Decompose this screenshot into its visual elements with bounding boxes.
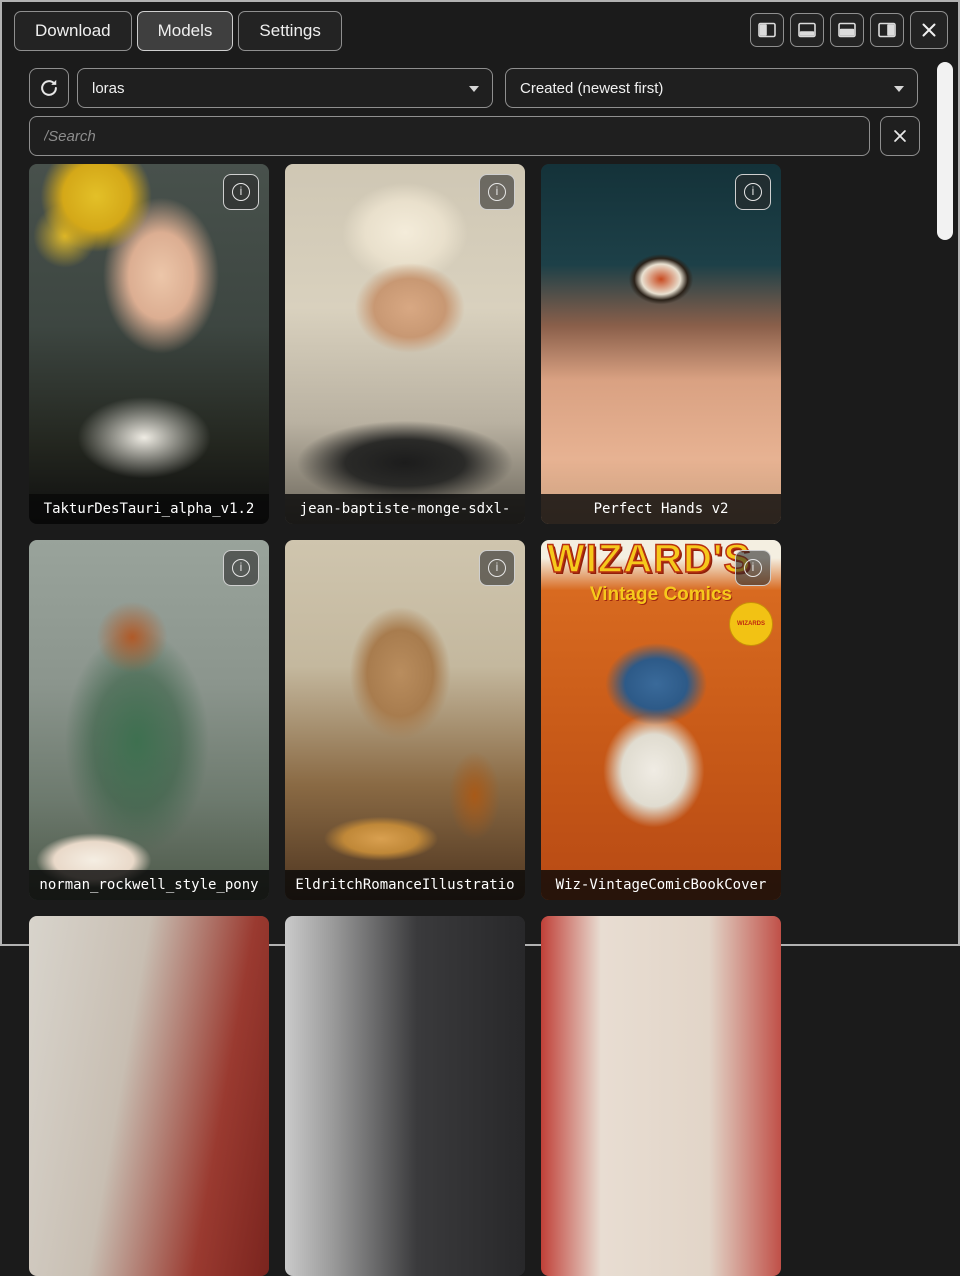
model-type-value: loras [92,80,125,97]
panel-right-icon [877,20,897,40]
info-button[interactable] [223,550,259,586]
model-thumbnail [285,164,525,524]
refresh-button[interactable] [29,68,69,108]
chevron-down-icon [469,86,479,92]
panel-bottom-icon [797,20,817,40]
model-card[interactable]: TakturDesTauri_alpha_v1.2 [29,164,269,524]
model-card-partial[interactable] [29,916,269,1276]
model-card-partial[interactable] [541,916,781,1276]
info-icon [232,559,250,577]
info-button[interactable] [223,174,259,210]
dock-bottom-button[interactable] [790,13,824,47]
tab-bar: Download Models Settings [14,11,342,51]
model-thumbnail [285,916,525,1276]
model-grid: TakturDesTauri_alpha_v1.2 jean-baptiste-… [29,164,781,1276]
model-name-label: Wiz-VintageComicBookCover [541,870,781,900]
close-button[interactable] [910,11,948,49]
wizard-cover-badge: WIZARDS [729,602,773,646]
info-button[interactable] [479,174,515,210]
model-card[interactable]: norman_rockwell_style_pony [29,540,269,900]
tab-download[interactable]: Download [14,11,132,51]
info-icon [488,183,506,201]
model-name-label: norman_rockwell_style_pony [29,870,269,900]
model-browser-window: { "tabs": [ { "label": "Download", "acti… [0,0,960,946]
info-icon [744,559,762,577]
info-icon [232,183,250,201]
scrollbar-track[interactable] [936,60,954,938]
model-card[interactable]: EldritchRomanceIllustratio [285,540,525,900]
info-button[interactable] [479,550,515,586]
model-thumbnail [29,540,269,900]
model-thumbnail [541,164,781,524]
info-icon [488,559,506,577]
window-controls [750,11,948,49]
dock-left-button[interactable] [750,13,784,47]
model-card[interactable]: WIZARD'S Vintage Comics WIZARDS Wiz-Vint… [541,540,781,900]
sort-value: Created (newest first) [520,80,663,97]
model-thumbnail [29,916,269,1276]
model-name-label: EldritchRomanceIllustratio [285,870,525,900]
model-name-label: TakturDesTauri_alpha_v1.2 [29,494,269,524]
model-name-label: jean-baptiste-monge-sdxl- [285,494,525,524]
chevron-down-icon [894,86,904,92]
refresh-icon [38,77,60,99]
panel-bottom-large-icon [837,20,857,40]
model-name-label: Perfect Hands v2 [541,494,781,524]
tab-settings[interactable]: Settings [238,11,341,51]
tab-models[interactable]: Models [137,11,234,51]
info-button[interactable] [735,174,771,210]
scrollbar-thumb[interactable] [937,62,953,240]
dock-bottom-large-button[interactable] [830,13,864,47]
model-thumbnail [29,164,269,524]
model-card[interactable]: Perfect Hands v2 [541,164,781,524]
model-card[interactable]: jean-baptiste-monge-sdxl- [285,164,525,524]
model-thumbnail [285,540,525,900]
sort-select[interactable]: Created (newest first) [505,68,918,108]
model-card-partial[interactable] [285,916,525,1276]
info-button[interactable] [735,550,771,586]
panel-left-icon [757,20,777,40]
search-input[interactable] [29,116,870,156]
model-thumbnail [541,916,781,1276]
info-icon [744,183,762,201]
dock-right-button[interactable] [870,13,904,47]
close-icon [919,20,939,40]
x-icon [891,127,909,145]
model-type-select[interactable]: loras [77,68,493,108]
clear-search-button[interactable] [880,116,920,156]
